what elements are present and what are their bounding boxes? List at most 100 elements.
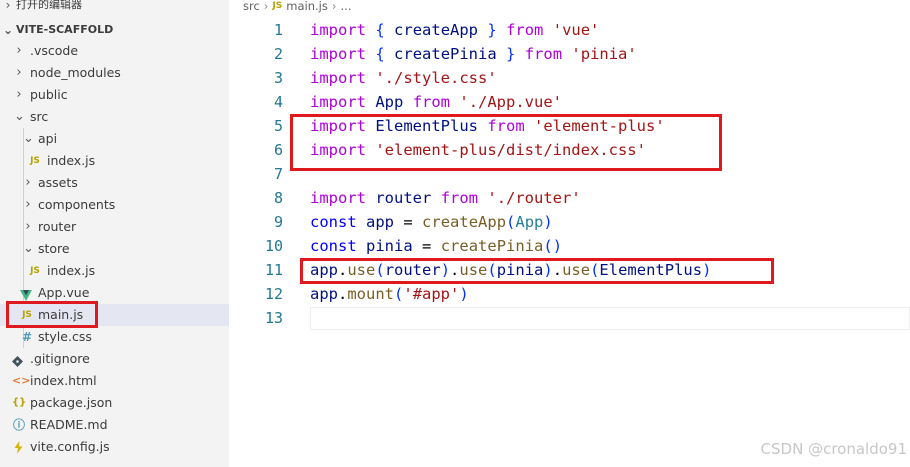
tree-item-package-json[interactable]: {} package.json (0, 392, 229, 414)
project-label: VITE-SCAFFOLD (16, 23, 114, 36)
breadcrumb-separator-icon: › (331, 0, 337, 13)
tree-item-api[interactable]: ⌄ api (0, 128, 229, 150)
tree-item-label: .gitignore (30, 351, 90, 366)
tree-item-style-css[interactable]: # style.css (0, 326, 229, 348)
line-number: 3 (273, 69, 283, 87)
tree-item-label: README.md (30, 417, 108, 432)
explorer-sidebar: › 打开的编辑器 ⌄ VITE-SCAFFOLD › .vscode › nod… (0, 0, 229, 467)
tree-item-store[interactable]: ⌄ store (0, 238, 229, 260)
chevron-right-icon: › (5, 0, 11, 12)
line-number: 4 (273, 93, 283, 111)
line-number: 2 (273, 45, 283, 63)
tree-item-label: store (38, 241, 70, 256)
vite-file-icon (13, 441, 24, 454)
code-line[interactable]: 8 import router from './router' (229, 186, 910, 210)
tree-item-label: node_modules (30, 65, 121, 80)
line-number: 12 (264, 285, 283, 303)
tree-item-readme-md[interactable]: ⓘ README.md (0, 414, 229, 436)
code-line[interactable]: 4 import App from './App.vue' (229, 90, 910, 114)
tree-item-assets[interactable]: › assets (0, 172, 229, 194)
tree-item-gitignore[interactable]: .gitignore (0, 348, 229, 370)
code-text: const pinia = createPinia() (310, 237, 563, 255)
chevron-right-icon: › (16, 87, 22, 102)
code-text: import './style.css' (310, 69, 497, 87)
chevron-right-icon: › (25, 175, 31, 190)
tree-item-components[interactable]: › components (0, 194, 229, 216)
tree-item-store-index-js[interactable]: JS index.js (0, 260, 229, 282)
code-editor[interactable]: src › JS main.js ›... 1 import { createApp }… (229, 0, 910, 467)
tree-item-vite-config-js[interactable]: vite.config.js (0, 436, 229, 458)
chevron-right-icon: › (25, 197, 31, 212)
tree-item-label: package.json (30, 395, 113, 410)
tree-item-label: router (38, 219, 77, 234)
code-text: import { createApp } from 'vue' (310, 21, 600, 39)
javascript-file-icon: JS (30, 266, 40, 276)
code-line[interactable]: 3 import './style.css' (229, 66, 910, 90)
tree-item-label: .vscode (30, 43, 79, 58)
tree-item-label: index.html (30, 373, 97, 388)
code-line[interactable]: 9 const app = createApp(App) (229, 210, 910, 234)
line-number: 9 (273, 213, 283, 231)
tree-item-label: src (30, 109, 49, 124)
chevron-right-icon: › (25, 219, 31, 234)
code-text: import { createPinia } from 'pinia' (310, 45, 637, 63)
javascript-file-icon: JS (272, 1, 283, 11)
chevron-right-icon: › (16, 43, 22, 58)
watermark: CSDN @cronaldo91 (760, 440, 907, 458)
code-text: import router from './router' (310, 189, 581, 207)
tree-item-router[interactable]: › router (0, 216, 229, 238)
code-text: import App from './App.vue' (310, 93, 563, 111)
code-text: app.mount('#app') (310, 285, 469, 303)
json-file-icon: {} (12, 397, 27, 408)
tree-item-label: index.js (47, 263, 96, 278)
tree-item-label: index.js (47, 153, 96, 168)
project-header[interactable]: ⌄ VITE-SCAFFOLD (0, 21, 229, 39)
tree-item-public[interactable]: › public (0, 84, 229, 106)
tree-item-src[interactable]: ⌄ src (0, 106, 229, 128)
chevron-down-icon: ⌄ (23, 131, 34, 146)
breadcrumb-folder[interactable]: src (243, 0, 260, 15)
code-line[interactable]: 12 app.mount('#app') (229, 282, 910, 306)
line-number: 8 (273, 189, 283, 207)
tree-item-api-index-js[interactable]: JS index.js (0, 150, 229, 172)
breadcrumb-more[interactable]: ... (340, 0, 351, 15)
open-editors-label: 打开的编辑器 (16, 0, 82, 11)
line-number: 5 (273, 117, 283, 135)
code-line[interactable]: 1 import { createApp } from 'vue' (229, 18, 910, 42)
tree-item-label: vite.config.js (30, 439, 110, 454)
chevron-down-icon: ⌄ (14, 109, 25, 124)
line-number: 7 (273, 165, 283, 183)
code-line[interactable]: 2 import { createPinia } from 'pinia' (229, 42, 910, 66)
git-file-icon (11, 354, 24, 368)
line-number: 10 (264, 237, 283, 255)
code-line[interactable]: 10 const pinia = createPinia() (229, 234, 910, 258)
open-editors-header[interactable]: › 打开的编辑器 (0, 0, 229, 14)
chevron-down-icon: ⌄ (2, 23, 14, 37)
line-number: 13 (264, 309, 283, 327)
main-js-highlight-box (6, 301, 98, 328)
element-plus-imports-highlight-box (290, 114, 722, 171)
line-number: 11 (264, 261, 283, 279)
css-file-icon: # (21, 330, 33, 344)
chevron-down-icon: ⌄ (23, 241, 34, 256)
chevron-right-icon: › (16, 65, 22, 80)
tree-item-label: assets (38, 175, 78, 190)
code-line[interactable]: 13 (229, 306, 910, 330)
breadcrumb-file[interactable]: main.js (286, 0, 328, 15)
vue-file-icon (20, 288, 32, 301)
javascript-file-icon: JS (30, 156, 40, 166)
app-use-highlight-box (300, 258, 774, 284)
html-file-icon: <> (12, 374, 31, 387)
tree-item-label: api (38, 131, 58, 146)
tree-item-label: style.css (38, 329, 92, 344)
tree-item-index-html[interactable]: <> index.html (0, 370, 229, 392)
line-number: 1 (273, 21, 283, 39)
tree-item-label: components (38, 197, 116, 212)
tree-item-label: public (30, 87, 68, 102)
line-number: 6 (273, 141, 283, 159)
info-file-icon: ⓘ (12, 418, 25, 432)
code-text: const app = createApp(App) (310, 213, 553, 231)
tree-item-node-modules[interactable]: › node_modules (0, 62, 229, 84)
tree-item-vscode[interactable]: › .vscode (0, 40, 229, 62)
breadcrumb-separator-icon: › (263, 0, 269, 13)
